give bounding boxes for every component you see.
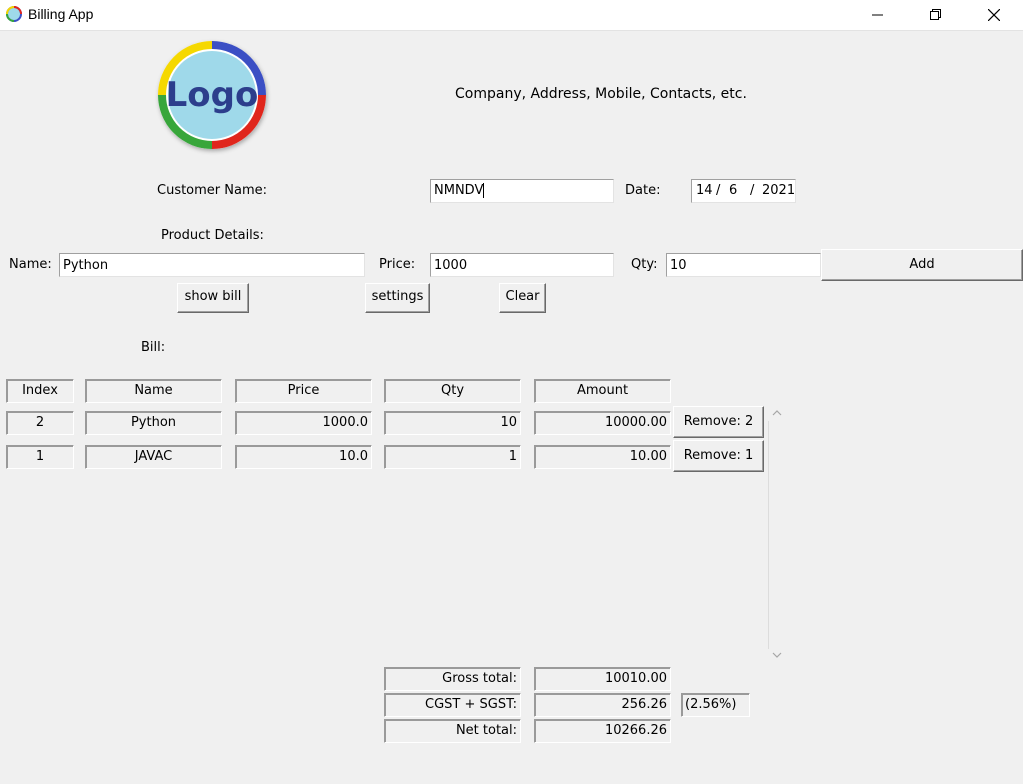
customer-name-input[interactable]: NMNDV xyxy=(430,179,614,203)
minimize-button[interactable] xyxy=(849,0,907,30)
qty-input[interactable] xyxy=(666,253,821,277)
add-button[interactable]: Add xyxy=(821,249,1023,281)
cell-index: 2 xyxy=(6,411,74,435)
cell-qty: 1 xyxy=(384,445,521,469)
remove-button[interactable]: Remove: 1 xyxy=(673,440,764,472)
date-year[interactable]: 2021 xyxy=(762,180,795,202)
customer-name-value: NMNDV xyxy=(434,183,484,198)
product-name-label: Name: xyxy=(9,257,52,272)
date-day[interactable]: 14 xyxy=(696,180,713,202)
cell-price: 10.0 xyxy=(235,445,372,469)
date-month[interactable]: 6 xyxy=(729,180,737,202)
text-cursor xyxy=(483,183,485,198)
remove-button[interactable]: Remove: 2 xyxy=(673,406,764,438)
settings-button[interactable]: settings xyxy=(365,283,430,313)
price-label: Price: xyxy=(379,257,416,272)
tax-label: CGST + SGST: xyxy=(384,693,521,717)
cell-name: JAVAC xyxy=(85,445,222,469)
date-label: Date: xyxy=(625,183,661,198)
cell-name: Python xyxy=(85,411,222,435)
window-title: Billing App xyxy=(28,6,94,22)
cell-index: 1 xyxy=(6,445,74,469)
header-price: Price xyxy=(235,379,372,403)
logo-text: Logo xyxy=(166,75,259,115)
gross-total-value: 10010.00 xyxy=(534,667,671,691)
cell-price: 1000.0 xyxy=(235,411,372,435)
customer-name-label: Customer Name: xyxy=(157,183,268,198)
date-sep-1: / xyxy=(716,183,721,198)
scrollbar-track[interactable] xyxy=(768,421,769,649)
header-name: Name xyxy=(85,379,222,403)
header-qty: Qty xyxy=(384,379,521,403)
show-bill-button[interactable]: show bill xyxy=(177,283,249,313)
header-index: Index xyxy=(6,379,74,403)
restore-icon xyxy=(930,9,941,20)
header-amount: Amount xyxy=(534,379,671,403)
cell-amount: 10.00 xyxy=(534,445,671,469)
net-total-value: 10266.26 xyxy=(534,719,671,743)
date-sep-2: / xyxy=(750,183,755,198)
tax-rate: (2.56%) xyxy=(681,693,750,717)
chevron-down-icon[interactable] xyxy=(772,651,782,659)
maximize-button[interactable] xyxy=(907,0,965,30)
bill-label: Bill: xyxy=(141,340,166,355)
gross-total-label: Gross total: xyxy=(384,667,521,691)
close-icon xyxy=(988,9,1000,21)
qty-label: Qty: xyxy=(631,257,658,272)
bill-scrollbar[interactable] xyxy=(768,405,786,665)
chevron-up-icon[interactable] xyxy=(772,409,782,417)
app-icon xyxy=(6,6,22,22)
product-details-label: Product Details: xyxy=(161,228,264,243)
net-total-label: Net total: xyxy=(384,719,521,743)
title-bar: Billing App xyxy=(0,0,1023,31)
close-button[interactable] xyxy=(965,0,1023,30)
company-logo: Logo xyxy=(158,41,266,149)
clear-button[interactable]: Clear xyxy=(499,283,546,313)
minimize-icon xyxy=(872,14,883,16)
company-info: Company, Address, Mobile, Contacts, etc. xyxy=(455,86,747,102)
price-input[interactable] xyxy=(430,253,614,277)
product-name-input[interactable] xyxy=(59,253,365,277)
date-picker[interactable]: 14 / 6 / 2021 xyxy=(691,179,796,203)
cell-amount: 10000.00 xyxy=(534,411,671,435)
tax-value: 256.26 xyxy=(534,693,671,717)
cell-qty: 10 xyxy=(384,411,521,435)
